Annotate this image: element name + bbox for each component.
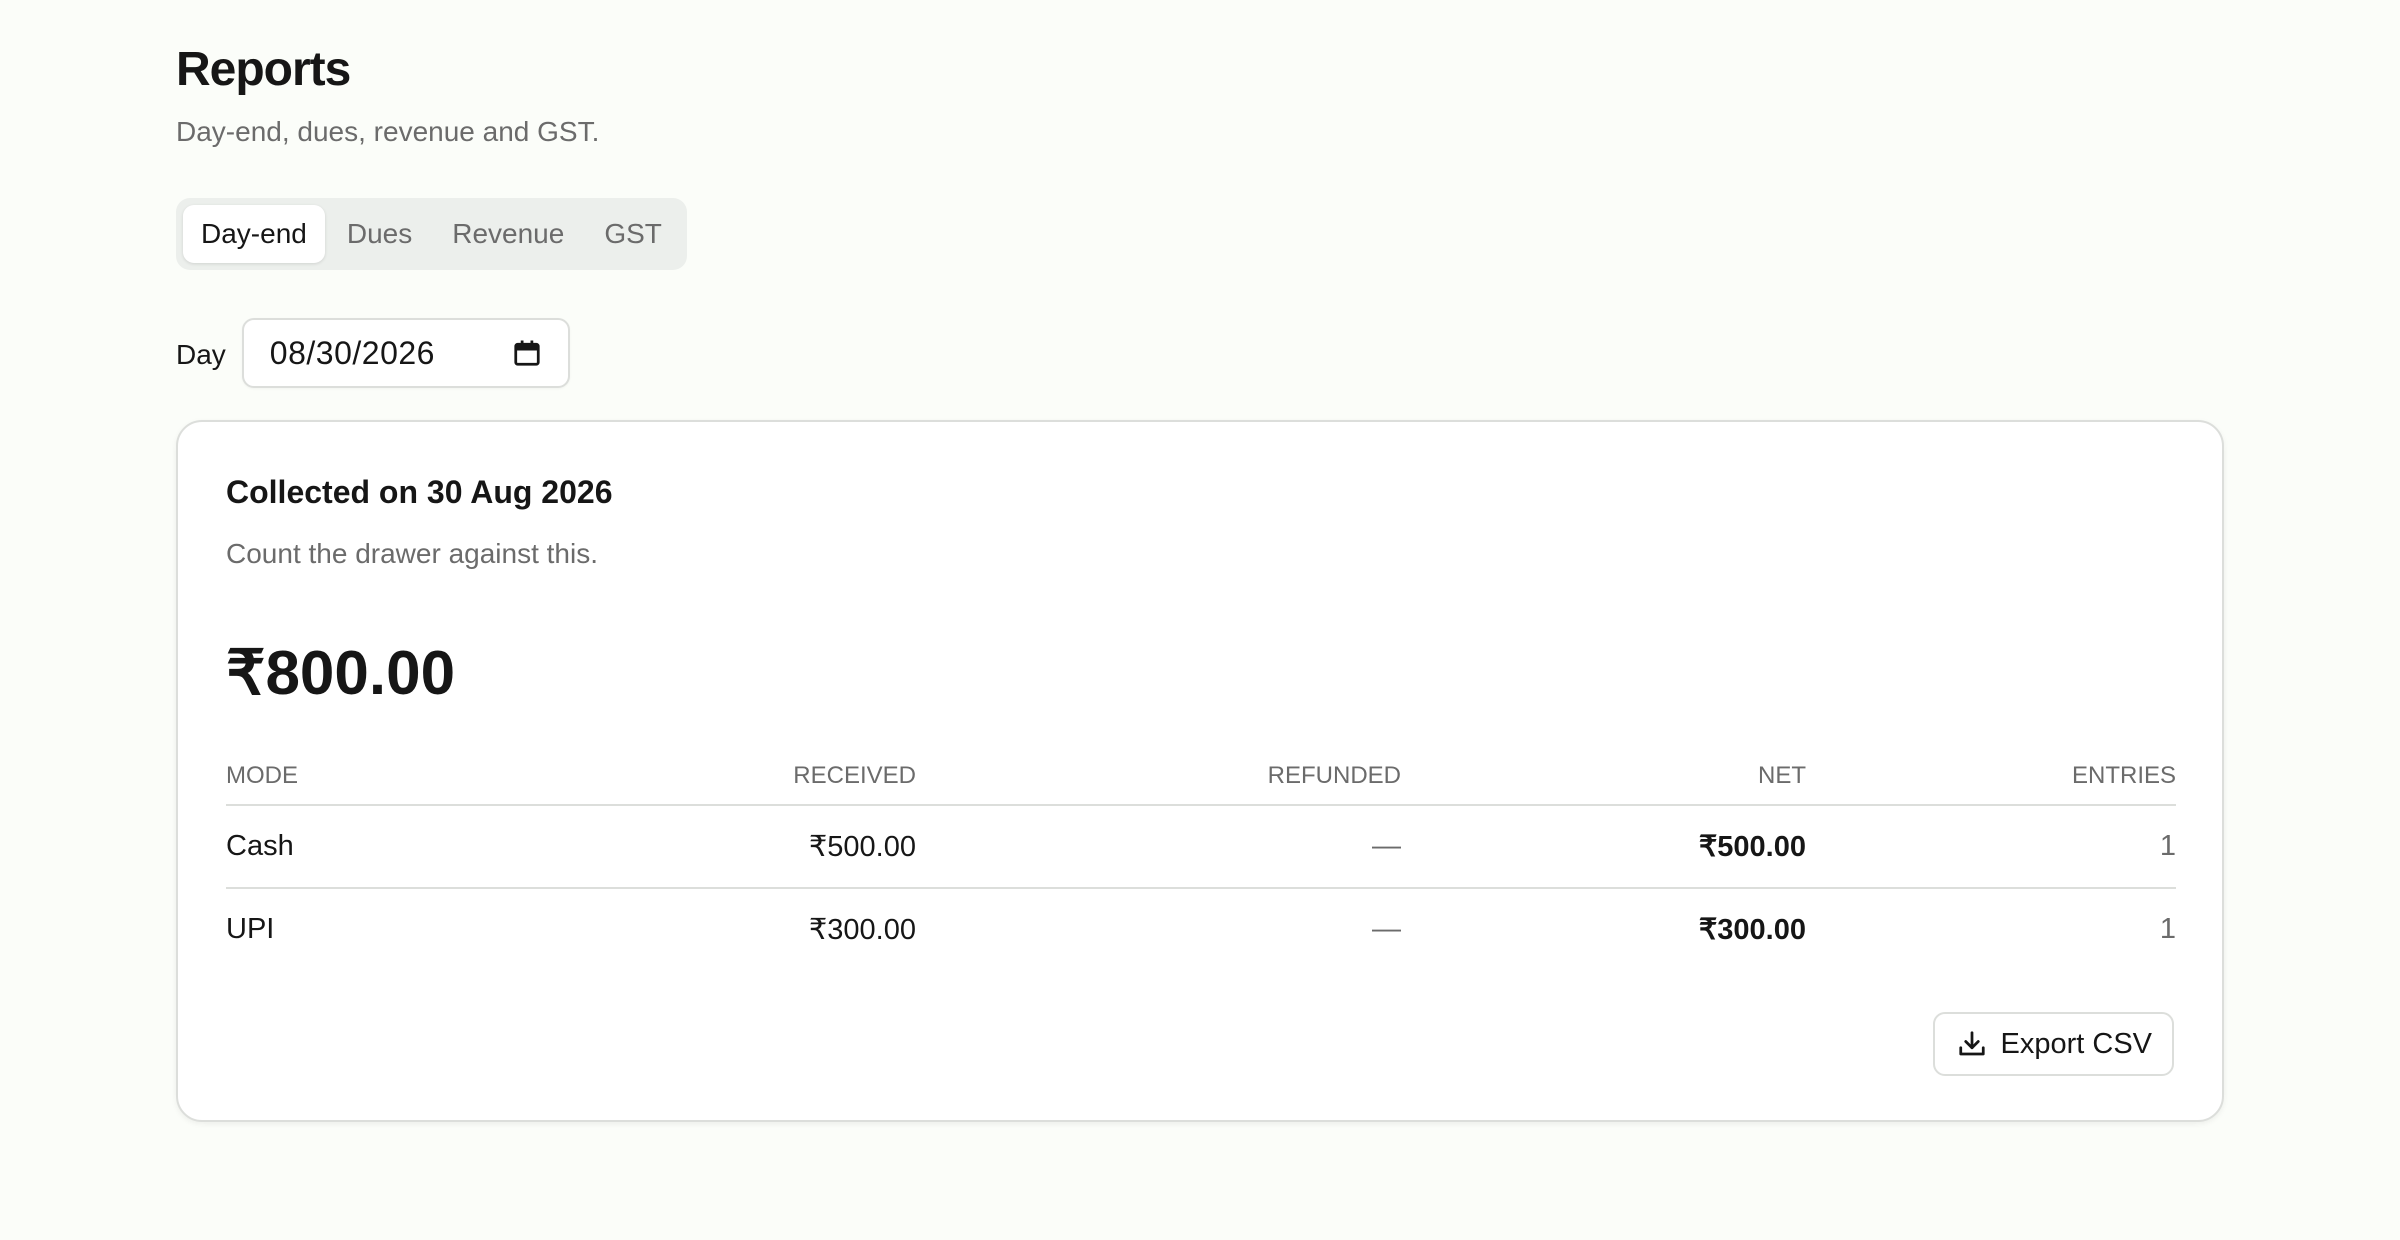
day-label: Day [176, 339, 226, 370]
cell-received: ₹300.00 [808, 914, 916, 946]
report-tabs: Day-end Dues Revenue GST [176, 198, 687, 270]
download-icon [1957, 1029, 1987, 1059]
column-header-refunded: Refunded [916, 748, 1401, 806]
tab-dues[interactable]: Dues [329, 205, 430, 263]
card-title: Collected on 30 Aug 2026 [226, 474, 613, 510]
reports-page: Reports Day-end, dues, revenue and GST. … [176, 40, 2224, 1122]
page-subtitle: Day-end, dues, revenue and GST. [176, 116, 600, 147]
column-header-mode: Mode [226, 748, 426, 806]
day-end-summary-card: Collected on 30 Aug 2026 Count the drawe… [176, 420, 2224, 1122]
calendar-icon[interactable] [512, 338, 542, 368]
column-header-net: Net [1401, 748, 1806, 806]
payment-mode-table: Mode Received Refunded Net Entries Cash … [226, 748, 2176, 970]
tab-revenue[interactable]: Revenue [434, 205, 582, 263]
total-collected: ₹800.00 [226, 639, 456, 708]
cell-refunded: — [1372, 913, 1401, 945]
cell-refunded: — [916, 805, 1401, 889]
export-csv-label: Export CSV [2000, 1027, 2153, 1060]
column-header-entries: Entries [1806, 748, 2176, 806]
cell-entries: 1 [1806, 805, 2176, 889]
table-header-row: Mode Received Refunded Net Entries [226, 748, 2176, 806]
export-csv-button[interactable]: Export CSV [1932, 1012, 2174, 1076]
date-value: 08/30/2026 [269, 334, 435, 371]
cell-net: ₹500.00 [1401, 805, 1806, 889]
page-title: Reports [176, 43, 351, 96]
cell-received: ₹500.00 [426, 805, 916, 889]
cell-mode: UPI [226, 913, 275, 945]
table-row: UPI ₹300.00 — ₹300.00 1 [226, 888, 2176, 970]
tab-day-end[interactable]: Day-end [183, 205, 325, 263]
day-date-input[interactable]: 08/30/2026 [241, 318, 570, 388]
cell-net: ₹300.00 [1698, 914, 1806, 946]
cell-entries: 1 [2159, 913, 2176, 945]
card-subtitle: Count the drawer against this. [226, 538, 598, 569]
tab-gst[interactable]: GST [586, 205, 680, 263]
table-row: Cash ₹500.00 — ₹500.00 1 [226, 805, 2176, 889]
cell-mode: Cash [226, 805, 426, 889]
column-header-received: Received [426, 748, 916, 806]
day-filter: Day 08/30/2026 [176, 318, 2224, 388]
